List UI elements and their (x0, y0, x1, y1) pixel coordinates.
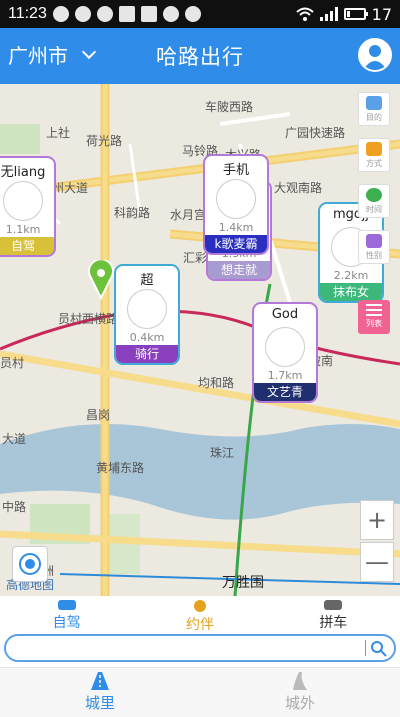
search-divider (365, 640, 366, 656)
pin-tag: 想走就 (208, 261, 270, 279)
pin-name: 无liang (0, 165, 46, 180)
pin-tag: 自驾 (0, 237, 54, 255)
map-label: 黄埔东路 (96, 461, 145, 475)
filter-label: 性别 (366, 251, 382, 260)
status-time: 11:23 (8, 5, 47, 22)
map-label: 科韵路 (114, 206, 151, 220)
pin-name: God (271, 307, 299, 322)
map-label: 水月宫 (170, 208, 207, 222)
map-label: 珠江 (210, 446, 235, 460)
nav-outside-city[interactable]: 城外 (200, 668, 400, 717)
filter-label: 方式 (366, 159, 382, 168)
filter-time-button[interactable]: 时间 (358, 184, 390, 218)
car-icon (57, 600, 76, 610)
pin-distance: 2.2km (333, 269, 369, 282)
people-icon (366, 234, 382, 248)
page-title: 哈路出行 (156, 45, 244, 69)
user-pin[interactable]: 手机 1.4km k歌麦霸 (203, 154, 269, 255)
pin-avatar (265, 327, 305, 367)
map-label: 广园快速路 (285, 126, 346, 140)
city-road-icon (91, 672, 109, 690)
flag-icon (366, 96, 382, 110)
outside-road-icon (293, 672, 307, 690)
pin-avatar (127, 289, 167, 329)
pin-name: 手机 (222, 163, 249, 178)
filter-label: 时间 (366, 205, 382, 214)
zoom-out-button[interactable]: — (360, 542, 394, 582)
message-icon (96, 6, 113, 22)
map-label: 昌岗 (86, 408, 111, 422)
profile-avatar[interactable] (358, 38, 392, 72)
tab-companion[interactable]: 约伴 (133, 596, 266, 633)
map-label: 大观南路 (274, 181, 323, 195)
pin-avatar (216, 179, 256, 219)
mail-icon (118, 6, 135, 22)
map-base (0, 84, 400, 596)
list-icon (366, 304, 382, 316)
user-icon (363, 45, 387, 70)
user-pin[interactable]: God 1.7km 文艺青 (252, 302, 318, 403)
user-pin[interactable]: 超 0.4km 骑行 (114, 264, 180, 365)
search-bar (4, 634, 396, 662)
car-icon (366, 142, 382, 156)
map-label: 上社 (46, 126, 71, 140)
app-header: 广州市 哈路出行 (0, 28, 400, 84)
companion-icon (193, 600, 206, 612)
map-marker-icon (88, 260, 114, 300)
zoom-in-button[interactable]: + (360, 500, 394, 540)
filter-label: 目的 (366, 113, 382, 122)
mode-tabs: 自驾 约伴 拼车 (0, 596, 400, 633)
map-label: 员村西横路 (58, 312, 119, 326)
user-pin[interactable]: 无liang 1.1km 自驾 (0, 156, 56, 257)
tab-label: 约伴 (185, 617, 214, 633)
image-icon (140, 6, 157, 22)
map-label: 均和路 (198, 376, 235, 390)
list-view-button[interactable]: 列表 (358, 300, 390, 334)
nav-label: 城里 (84, 694, 115, 712)
pin-distance: 1.4km (218, 221, 254, 234)
locate-button[interactable] (12, 546, 48, 582)
tab-self-drive[interactable]: 自驾 (0, 596, 133, 632)
map-label: 中路 (2, 500, 27, 514)
pin-avatar (3, 181, 43, 221)
filter-destination-button[interactable]: 目的 (358, 92, 390, 126)
pin-tag: 抹布女 (320, 283, 382, 301)
tab-label: 自驾 (52, 615, 81, 631)
pin-distance: 0.4km (129, 331, 165, 344)
pin-distance: 1.1km (5, 223, 41, 236)
map-label: 员村 (0, 356, 25, 370)
list-label: 列表 (366, 319, 382, 328)
wifi-icon (295, 7, 314, 21)
battery-icon (343, 8, 368, 20)
pin-name: 超 (140, 273, 154, 288)
locate-icon (19, 553, 41, 575)
pin-tag: 文艺青 (254, 383, 316, 401)
bottom-nav: 城里 城外 (0, 667, 400, 717)
filter-gender-button[interactable]: 性别 (358, 230, 390, 264)
pin-distance: 1.7km (267, 369, 303, 382)
loop-icon (52, 6, 69, 22)
tab-carpool[interactable]: 拼车 (267, 596, 400, 632)
pin-tag: k歌麦霸 (205, 235, 267, 253)
map-label: 车陂西路 (205, 100, 254, 114)
nav-city[interactable]: 城里 (0, 668, 200, 717)
download-icon (184, 6, 201, 22)
map-view[interactable]: 上社 荷光路 车陂西路 广园快速路 广州大道 科韵路 马铃路 木兴路 大观南路 … (0, 84, 400, 596)
battery-level: 17 (371, 4, 392, 24)
carpool-icon (324, 600, 343, 610)
chat-icon (74, 6, 91, 22)
search-input[interactable] (16, 638, 356, 658)
map-label: 大道 (2, 432, 27, 446)
metro-station-label: 万胜围 (222, 575, 264, 591)
status-bar: 11:23 17 (0, 0, 400, 28)
filter-mode-button[interactable]: 方式 (358, 138, 390, 172)
search-icon[interactable] (370, 640, 388, 658)
map-label: 荷光路 (86, 134, 123, 148)
nav-label: 城外 (284, 694, 315, 712)
check-icon (162, 6, 179, 22)
clock-icon (366, 188, 382, 202)
signal-icon (319, 7, 338, 21)
tab-label: 拼车 (319, 615, 348, 631)
pin-tag: 骑行 (116, 345, 178, 363)
